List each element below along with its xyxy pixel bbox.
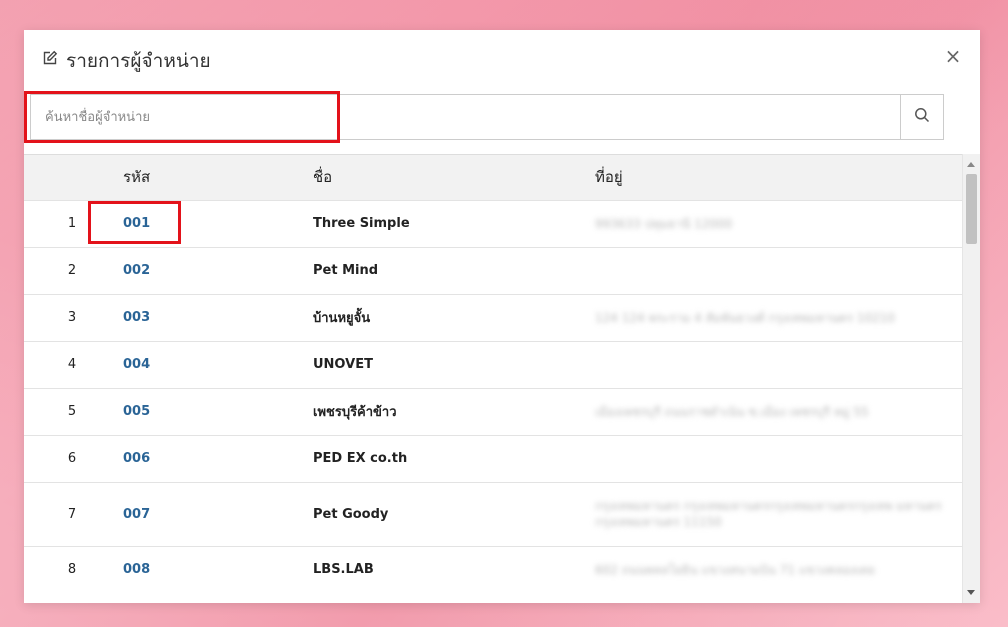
header-num — [24, 155, 121, 200]
row-code-cell: 003 — [121, 294, 312, 341]
row-address — [594, 341, 962, 388]
scroll-thumb[interactable] — [966, 174, 977, 244]
row-address: 124 124 พระราม 4 สัมพันธวงศ์ กรุงเทพมหาน… — [595, 310, 896, 325]
row-number: 1 — [67, 216, 77, 231]
row-number: 8 — [67, 562, 77, 578]
header-address: ที่อยู่ — [595, 168, 623, 187]
supplier-code-link[interactable]: 006 — [123, 451, 150, 466]
table-body: 1 001 Three Simple 993633 ปทุมธานี 12000 2 00… — [24, 200, 962, 593]
row-number: 4 — [67, 357, 77, 372]
edit-icon — [42, 50, 58, 66]
row-name: Three Simple — [313, 216, 410, 231]
supplier-table: รหัส ชื่อ ที่อยู่ 1 001 Three Simple 993633… — [24, 155, 962, 593]
row-number: 2 — [67, 263, 77, 278]
search-input[interactable] — [30, 94, 900, 140]
row-name: Pet Mind — [313, 263, 379, 278]
row-code-cell: 001 — [121, 200, 312, 247]
row-code-cell: 007 — [121, 482, 312, 546]
row-name: LBS.LAB — [313, 562, 374, 578]
supplier-list-modal: รายการผู้จำหน่าย × รหัส ชื่อ ที่อยู่ — [24, 30, 980, 603]
row-name: UNOVET — [313, 357, 373, 372]
table-row[interactable]: 4 004 UNOVET — [24, 341, 962, 388]
supplier-code-link[interactable]: 004 — [123, 357, 150, 372]
row-address: กรุงเทพมหานคร กรุงเทพมหานครกรุงเทพมหานคร… — [595, 499, 942, 529]
row-address: 602 ถนนพหลโยธิน แขวงสนามบิน 71 แขวงคลองเ… — [595, 562, 875, 577]
scroll-up-arrow-icon[interactable] — [967, 162, 975, 167]
search-button[interactable] — [900, 94, 944, 140]
supplier-code-link[interactable]: 007 — [123, 507, 150, 522]
row-name: บ้านหยูจั้น — [313, 311, 371, 326]
row-number: 5 — [67, 404, 77, 419]
modal-header: รายการผู้จำหน่าย × — [24, 30, 980, 88]
table-row[interactable]: 1 001 Three Simple 993633 ปทุมธานี 12000 — [24, 200, 962, 247]
row-code-cell: 008 — [121, 546, 312, 593]
table-scrollbar[interactable] — [962, 154, 980, 603]
table-row[interactable]: 6 006 PED EX co.th — [24, 435, 962, 482]
row-address: 993633 ปทุมธานี 12000 — [595, 216, 733, 231]
row-name: Pet Goody — [313, 506, 389, 522]
row-address — [594, 247, 962, 294]
table-row[interactable]: 8 008 LBS.LAB 602 ถนนพหลโยธิน แขวงสนามบิน 7… — [24, 546, 962, 593]
row-code-cell: 004 — [121, 341, 312, 388]
row-code-cell: 005 — [121, 388, 312, 435]
row-code-cell: 006 — [121, 435, 312, 482]
supplier-code-link[interactable]: 005 — [123, 404, 150, 419]
table-header-row: รหัส ชื่อ ที่อยู่ — [24, 155, 962, 200]
supplier-code-link[interactable]: 002 — [123, 263, 150, 278]
header-name: ชื่อ — [313, 168, 333, 187]
modal-title: รายการผู้จำหน่าย — [66, 50, 211, 72]
row-code-cell: 002 — [121, 247, 312, 294]
search-bar — [30, 94, 944, 140]
row-address: เมืองเพชรบุรี ถนนราชดำเนิน ซ.เมือง เพชรบ… — [595, 404, 869, 419]
row-number: 7 — [67, 506, 77, 522]
table-row[interactable]: 7 007 Pet Goody กรุงเทพมหานคร กรุงเทพมหานคร… — [24, 482, 962, 546]
header-code: รหัส — [123, 168, 151, 187]
supplier-code-link[interactable]: 001 — [123, 216, 150, 231]
row-number: 6 — [67, 451, 77, 466]
scroll-down-arrow-icon[interactable] — [967, 590, 975, 595]
search-icon — [914, 107, 930, 127]
table-row[interactable]: 2 002 Pet Mind — [24, 247, 962, 294]
table-row[interactable]: 5 005 เพชรบุรีค้าข้าว เมืองเพชรบุรี ถนนราชด… — [24, 388, 962, 435]
table-row[interactable]: 3 003 บ้านหยูจั้น 124 124 พระราม 4 สัมพันธว… — [24, 294, 962, 341]
close-button[interactable]: × — [944, 46, 962, 66]
supplier-code-link[interactable]: 003 — [123, 310, 150, 325]
supplier-table-container: รหัส ชื่อ ที่อยู่ 1 001 Three Simple 993633… — [24, 154, 962, 603]
row-name: PED EX co.th — [313, 451, 408, 466]
row-address — [594, 435, 962, 482]
supplier-code-link[interactable]: 008 — [123, 562, 150, 577]
row-number: 3 — [67, 310, 77, 325]
row-name: เพชรบุรีค้าข้าว — [313, 405, 397, 420]
